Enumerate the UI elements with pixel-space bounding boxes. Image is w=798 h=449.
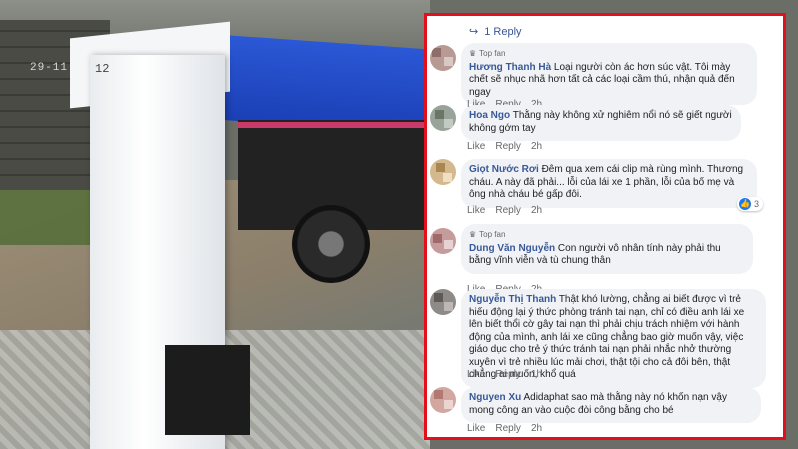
comment-time[interactable]: 1h <box>531 369 542 380</box>
dark-object <box>165 345 250 435</box>
commenter-name[interactable]: Hương Thanh Hà <box>469 62 551 73</box>
badge-label: Top fan <box>479 230 506 239</box>
commenter-name[interactable]: Giọt Nước Rơi <box>469 164 539 175</box>
reply-button[interactable]: Reply <box>495 423 521 434</box>
avatar[interactable] <box>430 159 456 185</box>
video-timestamp: 29-11 <box>30 62 69 74</box>
like-reaction-icon: 👍 <box>739 198 751 210</box>
replies-link[interactable]: ↪ 1 Reply <box>469 25 522 39</box>
comment-time[interactable]: 2h <box>531 423 542 434</box>
comment-bubble: Hoa Ngo Thằng này không xử nghiêm nổi nó… <box>461 105 741 141</box>
comment-actions: Like Reply 2h <box>467 141 542 152</box>
like-button[interactable]: Like <box>467 141 485 152</box>
comment-actions: Like Reply 2h <box>467 205 542 216</box>
badge-label: Top fan <box>479 49 506 58</box>
comment-time[interactable]: 2h <box>531 205 542 216</box>
commenter-name[interactable]: Dung Văn Nguyễn <box>469 243 555 254</box>
reply-button[interactable]: Reply <box>495 141 521 152</box>
comments-panel: ↪ 1 Reply ♛ Top fan Hương Thanh Hà Loại n… <box>424 13 786 440</box>
avatar[interactable] <box>430 289 456 315</box>
reaction-count[interactable]: 👍 3 <box>737 197 764 211</box>
reply-arrow-icon: ↪ <box>469 26 479 38</box>
comment-bubble: ♛ Top fan Hương Thanh Hà Loại người còn á… <box>461 43 757 105</box>
comment-text: Thật khó lường, chẳng ai biết được vì tr… <box>469 294 745 380</box>
commenter-name[interactable]: Nguyễn Thị Thanh <box>469 294 556 305</box>
comment-actions: Like Reply 1h <box>467 369 542 380</box>
truck-stripe <box>238 122 428 128</box>
like-button[interactable]: Like <box>467 205 485 216</box>
comment-bubble: ♛ Top fan Dung Văn Nguyễn Con người vô nh… <box>461 224 753 274</box>
comment-actions: Like Reply 2h <box>467 423 542 434</box>
reply-button[interactable]: Reply <box>495 369 521 380</box>
comment-bubble: Giọt Nước Rơi Đêm qua xem cái clip mà rù… <box>461 159 757 208</box>
like-button[interactable]: Like <box>467 423 485 434</box>
reaction-number: 3 <box>754 199 760 209</box>
replies-link-label: 1 Reply <box>484 25 522 38</box>
camera-label: 12 <box>95 62 110 76</box>
top-fan-badge: ♛ Top fan <box>469 48 749 61</box>
top-fan-icon: ♛ <box>469 49 477 58</box>
like-button[interactable]: Like <box>467 369 485 380</box>
commenter-name[interactable]: Nguyen Xu <box>469 392 521 403</box>
avatar[interactable] <box>430 387 456 413</box>
top-fan-badge: ♛ Top fan <box>469 229 745 242</box>
grass-patch <box>0 185 90 245</box>
avatar[interactable] <box>430 105 456 131</box>
truck-wheel <box>292 205 370 283</box>
reply-button[interactable]: Reply <box>495 205 521 216</box>
comment-time[interactable]: 2h <box>531 141 542 152</box>
avatar[interactable] <box>430 228 456 254</box>
comment-bubble: Nguyen Xu Adidaphat sao mà thằng này nó … <box>461 387 761 423</box>
top-fan-icon: ♛ <box>469 230 477 239</box>
commenter-name[interactable]: Hoa Ngo <box>469 110 510 121</box>
avatar[interactable] <box>430 45 456 71</box>
